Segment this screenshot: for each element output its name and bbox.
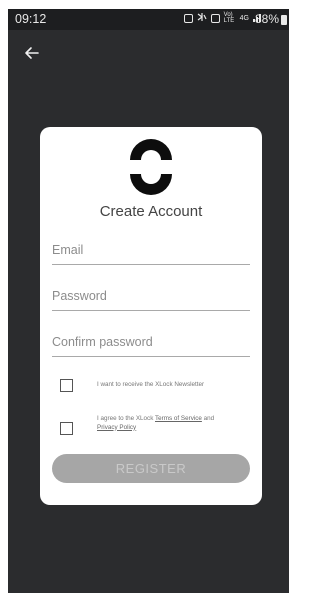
password-field-container — [52, 277, 250, 311]
page-title: Create Account — [99, 203, 203, 220]
nfc-icon — [210, 13, 220, 23]
volte-icon: Vo) LTE — [223, 12, 235, 24]
password-field[interactable] — [52, 289, 250, 303]
back-button[interactable] — [22, 43, 42, 63]
newsletter-label: I want to receive the XLock Newsletter — [97, 381, 205, 388]
terms-conjunction: and — [201, 415, 215, 422]
register-button[interactable]: REGISTER — [52, 454, 250, 483]
status-bar: 09:12 Vo) LTE 4G 88% — [8, 9, 289, 30]
email-field[interactable] — [52, 243, 250, 257]
terms-prefix: I agree to the XLock — [97, 415, 155, 422]
status-icons: Vo) LTE 4G — [183, 12, 263, 24]
create-account-card: Create Account I want to receive the XLo… — [40, 127, 262, 505]
battery-percent: 88% — [254, 12, 279, 26]
terms-of-service-link[interactable]: Terms of Service — [155, 415, 202, 422]
battery-icon — [281, 15, 287, 25]
confirm-password-field-container — [52, 323, 250, 357]
privacy-policy-link[interactable]: Privacy Policy — [97, 424, 136, 431]
terms-checkbox[interactable] — [60, 422, 73, 435]
mute-vibrate-icon — [197, 12, 207, 24]
alarm-icon — [183, 13, 193, 23]
4g-icon: 4G — [239, 14, 249, 22]
email-field-container — [52, 231, 250, 265]
xlock-logo — [130, 139, 172, 195]
newsletter-checkbox[interactable] — [60, 379, 73, 392]
status-time: 09:12 — [15, 12, 47, 26]
confirm-password-field[interactable] — [52, 335, 250, 349]
app-screen: 09:12 Vo) LTE 4G 88% Create Account Emai… — [8, 9, 289, 593]
arrow-left-icon — [25, 47, 39, 59]
terms-label: I agree to the XLock Terms of Service an… — [97, 415, 257, 432]
